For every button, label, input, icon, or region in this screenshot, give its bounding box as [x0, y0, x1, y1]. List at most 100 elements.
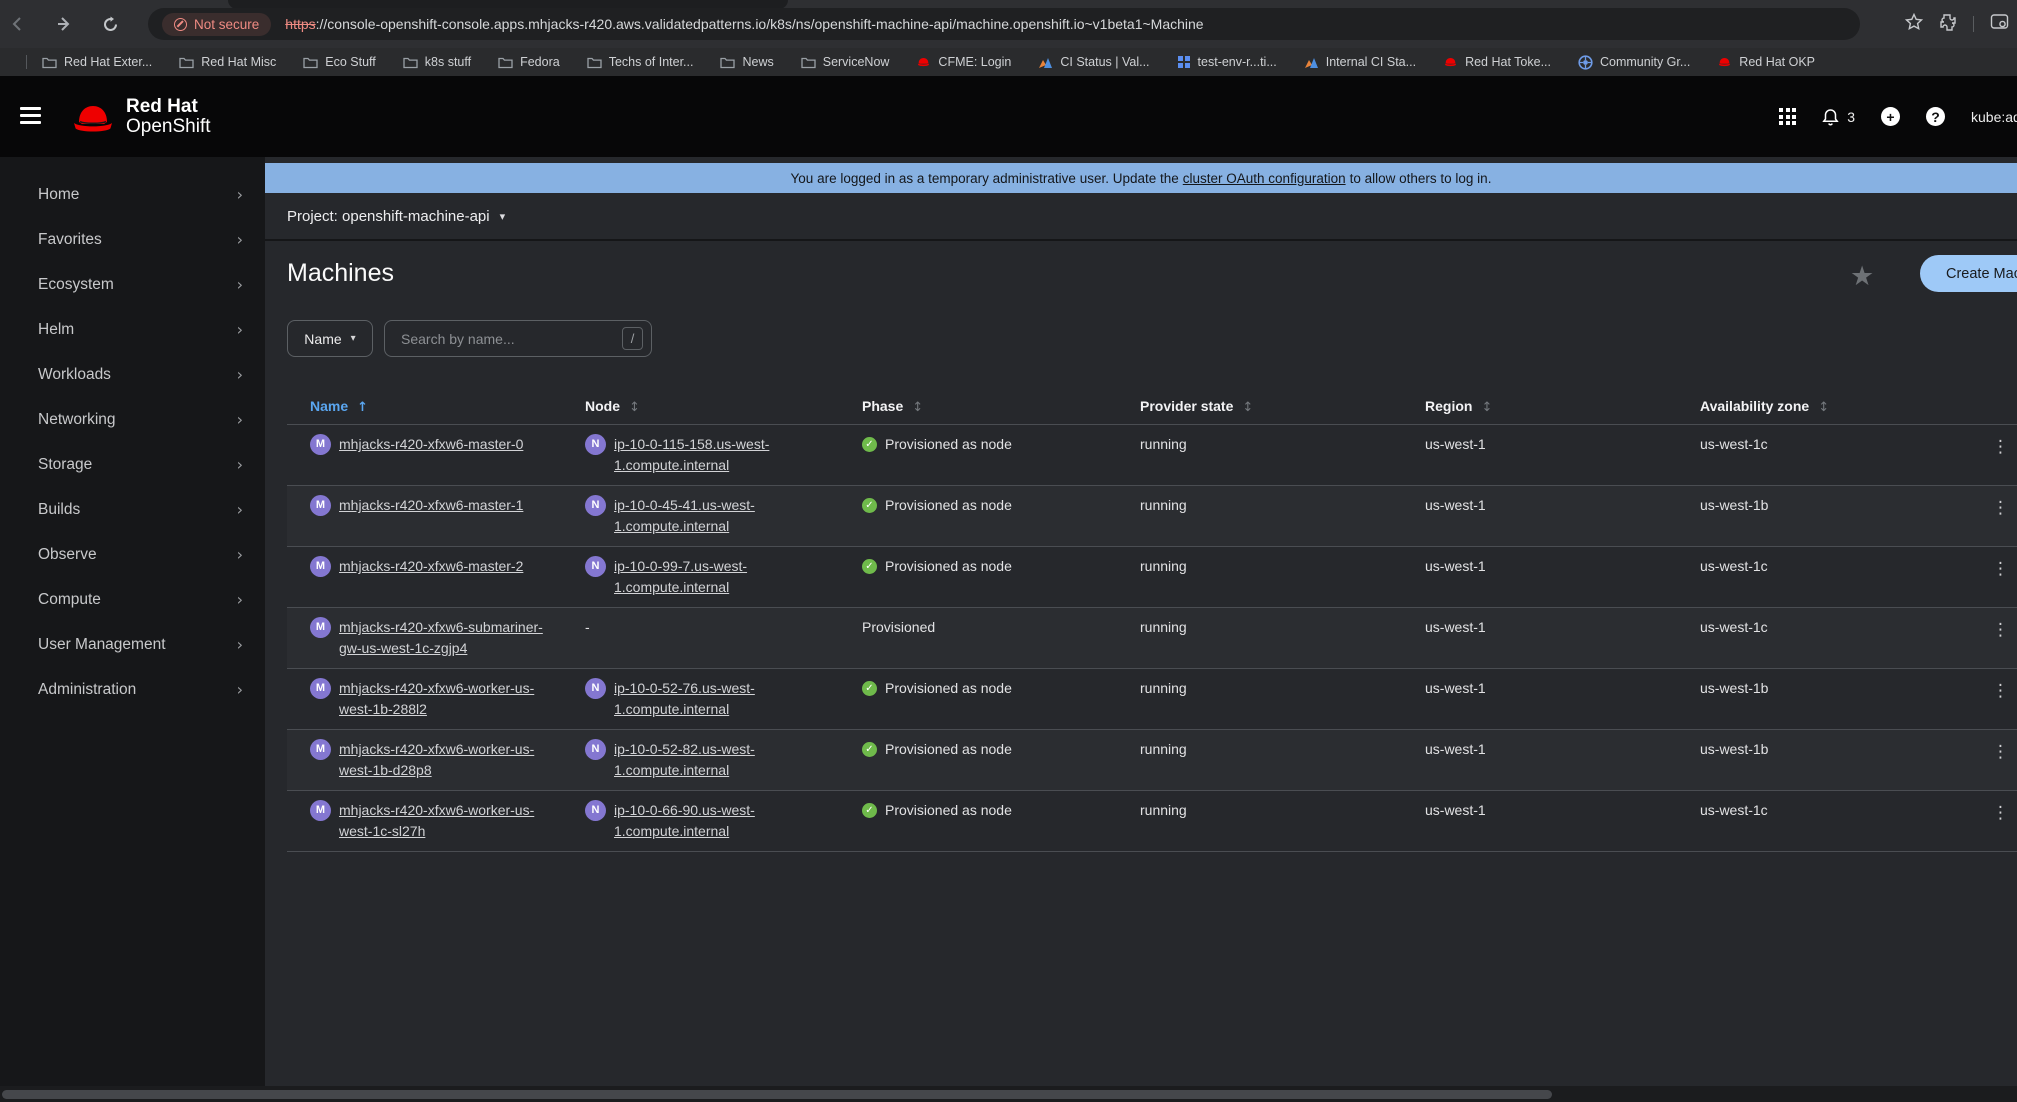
folder-icon [587, 56, 602, 69]
sidebar-item-workloads[interactable]: Workloads› [0, 352, 265, 397]
nav-label: Networking [38, 411, 116, 429]
kebab-menu-icon[interactable] [1992, 547, 2017, 607]
bookmark-item[interactable]: Techs of Inter... [587, 55, 694, 69]
back-icon[interactable] [6, 12, 30, 36]
notifications-button[interactable]: 3 [1822, 108, 1855, 126]
kebab-menu-icon[interactable] [1992, 669, 2017, 729]
bookmark-item[interactable]: k8s stuff [403, 55, 471, 69]
page-header: Machines ★ Create Machine [265, 243, 2017, 319]
column-header-provider-state[interactable]: Provider state↕ [1117, 398, 1402, 415]
sidebar-item-builds[interactable]: Builds› [0, 487, 265, 532]
chevron-down-icon: ▾ [500, 210, 506, 223]
folder-icon [179, 56, 194, 69]
sidebar-item-networking[interactable]: Networking › [0, 397, 265, 442]
bookmark-item[interactable]: Community Gr... [1578, 55, 1690, 70]
menu-toggle-icon[interactable] [20, 107, 41, 124]
sort-asc-icon: ↑ [357, 400, 368, 415]
sidebar-item-helm[interactable]: Helm› [0, 307, 265, 352]
machine-link[interactable]: mhjacks-r420-xfxw6-master-2 [339, 556, 523, 577]
node-link[interactable]: ip-10-0-115-158.us-west-1.compute.intern… [614, 434, 829, 476]
node-link[interactable]: ip-10-0-52-76.us-west-1.compute.internal [614, 678, 829, 720]
side-panel-icon[interactable] [1990, 13, 2009, 36]
filter-type-dropdown[interactable]: Name ▾ [287, 320, 373, 357]
machine-link[interactable]: mhjacks-r420-xfxw6-worker-us-west-1c-sl2… [339, 800, 552, 842]
address-bar[interactable]: Not secure https://console-openshift-con… [148, 8, 1860, 40]
nav-label: Observe [38, 546, 97, 564]
sidebar-item-favorites[interactable]: Favorites› [0, 217, 265, 262]
node-link[interactable]: ip-10-0-52-82.us-west-1.compute.internal [614, 739, 829, 781]
browser-toolbar: Not secure https://console-openshift-con… [0, 0, 2017, 48]
folder-icon [42, 56, 57, 69]
sidebar-item-user-management[interactable]: User Management› [0, 622, 265, 667]
phase-text: Provisioned as node [885, 739, 1012, 760]
machine-link[interactable]: mhjacks-r420-xfxw6-submariner-gw-us-west… [339, 617, 552, 659]
sidebar-item-compute[interactable]: Compute› [0, 577, 265, 622]
bookmark-item[interactable]: CI Status | Val... [1038, 55, 1149, 69]
reload-icon[interactable] [98, 12, 122, 36]
nav-label: Storage [38, 456, 92, 474]
chevron-right-icon: › [237, 545, 243, 564]
bookmark-item[interactable]: Fedora [498, 55, 560, 69]
bookmark-item[interactable]: test-env-r...ti... [1177, 55, 1277, 69]
column-header-node[interactable]: Node↕ [562, 398, 839, 415]
bookmark-item[interactable]: Red Hat Misc [179, 55, 276, 69]
horizontal-scrollbar[interactable] [0, 1086, 2017, 1102]
bookmarks-divider [26, 55, 27, 69]
scrollbar-thumb[interactable] [2, 1090, 1552, 1099]
bookmark-item[interactable]: News [720, 55, 773, 69]
column-header-availability-zone[interactable]: Availability zone↕ [1677, 398, 1962, 415]
sidebar-item-administration[interactable]: Administration› [0, 667, 265, 712]
bookmark-item[interactable]: Red Hat Toke... [1443, 55, 1551, 69]
oauth-config-link[interactable]: cluster OAuth configuration [1183, 171, 1346, 186]
machine-link[interactable]: mhjacks-r420-xfxw6-master-0 [339, 434, 523, 455]
node-link[interactable]: ip-10-0-45-41.us-west-1.compute.internal [614, 495, 829, 537]
machine-badge-icon: M [310, 678, 331, 699]
kebab-menu-icon[interactable] [1992, 730, 2017, 790]
add-icon[interactable]: + [1881, 107, 1900, 126]
machine-link[interactable]: mhjacks-r420-xfxw6-master-1 [339, 495, 523, 516]
machine-link[interactable]: mhjacks-r420-xfxw6-worker-us-west-1b-288… [339, 678, 552, 720]
app-launcher-icon[interactable] [1779, 108, 1796, 125]
favorite-star-icon[interactable]: ★ [1850, 261, 1874, 292]
kebab-menu-icon[interactable] [1992, 608, 2017, 668]
nav-label: Administration [38, 681, 136, 699]
kebab-menu-icon[interactable] [1992, 425, 2017, 485]
banner-text: You are logged in as a temporary adminis… [791, 171, 1179, 186]
availability-zone: us-west-1c [1677, 608, 1962, 668]
bookmark-item[interactable]: Internal CI Sta... [1304, 55, 1416, 69]
bookmark-item[interactable]: Red Hat Exter... [42, 55, 152, 69]
node-link[interactable]: ip-10-0-66-90.us-west-1.compute.internal [614, 800, 829, 842]
folder-icon [720, 56, 735, 69]
help-icon[interactable]: ? [1926, 107, 1945, 126]
brand-logo[interactable]: Red Hat OpenShift [70, 97, 211, 137]
folder-icon [498, 56, 513, 69]
user-menu[interactable]: kube:admin [1971, 109, 2017, 125]
sidebar-item-observe[interactable]: Observe › [0, 532, 265, 577]
sidebar-item-ecosystem[interactable]: Ecosystem› [0, 262, 265, 307]
nav-label: User Management [38, 636, 166, 654]
kebab-menu-icon[interactable] [1992, 791, 2017, 851]
bookmark-item[interactable]: Red Hat OKP [1717, 55, 1815, 69]
sidebar-item-home[interactable]: Home› [0, 172, 265, 217]
extensions-icon[interactable] [1939, 13, 1957, 36]
project-selector[interactable]: Project: openshift-machine-api ▾ [265, 193, 2017, 241]
chart-icon [1304, 56, 1319, 69]
machine-link[interactable]: mhjacks-r420-xfxw6-worker-us-west-1b-d28… [339, 739, 552, 781]
kebab-menu-icon[interactable] [1992, 486, 2017, 546]
bookmark-item[interactable]: Eco Stuff [303, 55, 376, 69]
chevron-right-icon: › [237, 410, 243, 429]
success-check-icon [862, 437, 877, 452]
forward-icon[interactable] [52, 12, 76, 36]
column-header-region[interactable]: Region↕ [1402, 398, 1677, 415]
column-header-name[interactable]: Name↑ [287, 398, 562, 415]
search-input[interactable] [385, 321, 615, 356]
column-header-phase[interactable]: Phase↕ [839, 398, 1117, 415]
create-machine-button[interactable]: Create Machine [1920, 255, 2017, 292]
provider-state: running [1117, 425, 1402, 485]
sidebar-item-storage[interactable]: Storage› [0, 442, 265, 487]
not-secure-badge[interactable]: Not secure [162, 13, 271, 36]
node-link[interactable]: ip-10-0-99-7.us-west-1.compute.internal [614, 556, 829, 598]
bookmark-item[interactable]: CFME: Login [916, 55, 1011, 69]
bookmark-item[interactable]: ServiceNow [801, 55, 890, 69]
bookmark-star-icon[interactable] [1905, 13, 1923, 36]
